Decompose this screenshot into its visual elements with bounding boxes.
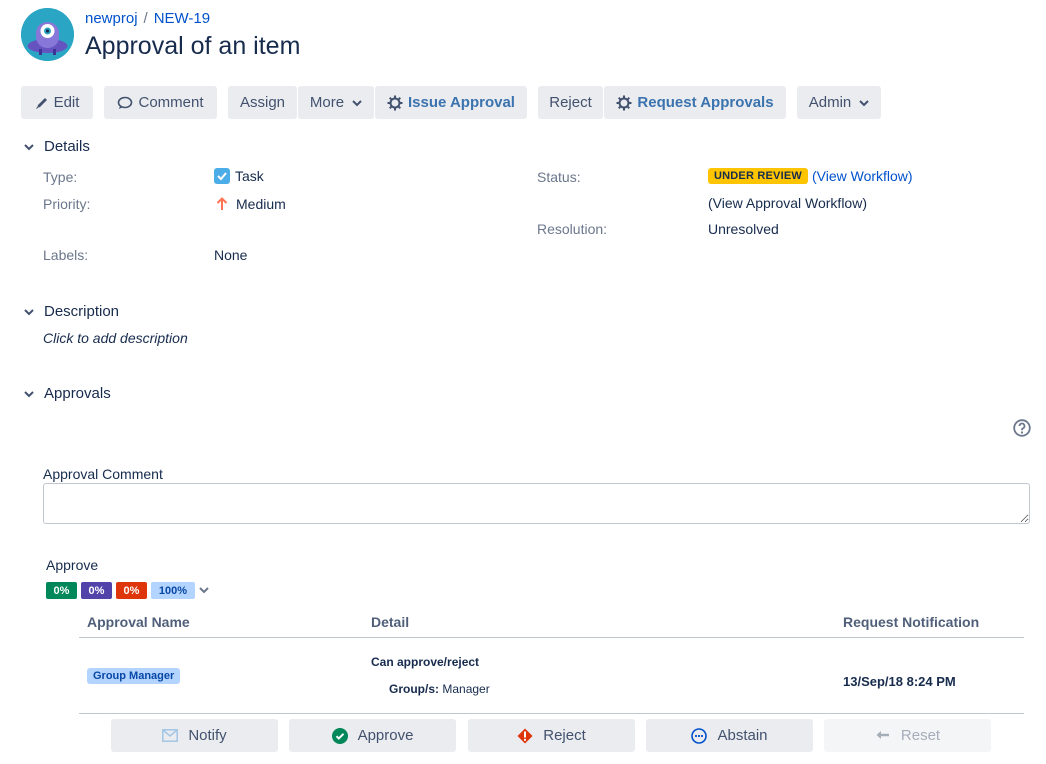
- breadcrumb: newproj / NEW-19: [85, 10, 210, 27]
- status-label: Status:: [537, 169, 581, 185]
- approval-comment-input[interactable]: [43, 483, 1030, 524]
- approvals-section-toggle[interactable]: Approvals: [22, 385, 111, 402]
- approve-button-label: Approve: [357, 727, 414, 744]
- resolution-label: Resolution:: [537, 221, 608, 237]
- breadcrumb-issue-link[interactable]: NEW-19: [154, 10, 210, 27]
- gear-icon: [387, 95, 403, 110]
- reject-button[interactable]: Reject: [468, 719, 635, 752]
- type-value-text: Task: [235, 168, 264, 184]
- abstained-percentage-badge: 0%: [81, 582, 112, 599]
- request-notification-date: 13/Sep/18 8:24 PM: [843, 674, 956, 689]
- priority-value: Medium: [216, 196, 286, 212]
- reset-button-label: Reset: [900, 727, 941, 744]
- request-approvals-label: Request Approvals: [637, 94, 774, 111]
- issue-approval-button[interactable]: Issue Approval: [375, 86, 527, 119]
- detail-groups-value: Manager: [442, 682, 490, 696]
- approved-percentage-badge: 0%: [46, 582, 77, 599]
- status-badge: UNDER REVIEW: [708, 168, 808, 184]
- admin-dropdown[interactable]: Admin: [797, 86, 881, 119]
- table-header-divider: [79, 637, 1024, 638]
- reject-toolbar-button[interactable]: Reject: [538, 86, 603, 119]
- page-title[interactable]: Approval of an item: [85, 32, 300, 61]
- view-approval-workflow-link[interactable]: (View Approval Workflow): [708, 195, 867, 211]
- description-section-toggle[interactable]: Description: [22, 303, 119, 320]
- priority-value-text: Medium: [236, 196, 286, 212]
- details-heading: Details: [44, 138, 90, 155]
- envelope-icon: [162, 729, 179, 742]
- more-dropdown[interactable]: More: [298, 86, 374, 119]
- breadcrumb-separator: /: [143, 10, 148, 27]
- col-header-request-notification: Request Notification: [843, 614, 980, 630]
- comment-icon: [118, 96, 133, 109]
- more-circle-icon: [691, 727, 708, 744]
- reject-toolbar-label: Reject: [549, 94, 592, 111]
- help-icon[interactable]: [1013, 419, 1031, 442]
- chevron-down-icon: [24, 143, 34, 150]
- expand-progress-toggle[interactable]: [198, 583, 210, 601]
- detail-title: Can approve/reject: [371, 655, 480, 669]
- chevron-down-icon: [199, 587, 209, 594]
- detail-groups: Group/s: Manager: [389, 682, 490, 696]
- question-circle-icon: [1013, 419, 1031, 437]
- detail-groups-label: Group/s:: [389, 682, 439, 696]
- notify-button-label: Notify: [188, 727, 227, 744]
- rejected-percentage-badge: 0%: [116, 582, 147, 599]
- chevron-down-icon: [24, 308, 34, 315]
- notify-button[interactable]: Notify: [111, 719, 278, 752]
- view-workflow-link[interactable]: (View Workflow): [812, 168, 913, 184]
- col-header-detail: Detail: [371, 614, 410, 630]
- chevron-down-icon: [24, 390, 34, 397]
- check-circle-icon: [331, 727, 348, 744]
- status-value: UNDER REVIEW (View Workflow): [708, 168, 913, 184]
- abstain-button[interactable]: Abstain: [646, 719, 813, 752]
- admin-dropdown-label: Admin: [808, 94, 852, 111]
- issue-approval-label: Issue Approval: [408, 94, 515, 111]
- description-heading: Description: [44, 303, 120, 320]
- abstain-button-label: Abstain: [717, 727, 768, 744]
- more-dropdown-label: More: [309, 94, 345, 111]
- reject-button-label: Reject: [543, 727, 586, 744]
- approvals-heading: Approvals: [44, 385, 111, 402]
- table-bottom-divider: [79, 713, 1024, 714]
- col-header-approval-name: Approval Name: [87, 614, 190, 630]
- gear-icon: [616, 95, 632, 110]
- pending-percentage-badge: 100%: [151, 582, 195, 599]
- arrow-up-priority-icon: [216, 197, 228, 210]
- approve-progress-label: Approve: [46, 557, 99, 573]
- chevron-down-icon: [352, 99, 362, 106]
- breadcrumb-project-link[interactable]: newproj: [85, 10, 138, 27]
- labels-label: Labels:: [43, 247, 89, 263]
- pencil-icon: [35, 97, 47, 109]
- assign-button-label: Assign: [239, 94, 286, 111]
- request-approvals-button[interactable]: Request Approvals: [604, 86, 786, 119]
- approval-comment-label: Approval Comment: [43, 466, 163, 482]
- approve-button[interactable]: Approve: [289, 719, 456, 752]
- task-checkbox-icon: [214, 168, 230, 184]
- edit-button-label: Edit: [53, 94, 80, 111]
- project-avatar[interactable]: [21, 8, 74, 61]
- approval-name-badge: Group Manager: [87, 668, 181, 684]
- reset-button[interactable]: Reset: [824, 719, 991, 752]
- details-section-toggle[interactable]: Details: [22, 138, 90, 155]
- comment-button-label: Comment: [138, 94, 204, 111]
- priority-label: Priority:: [43, 196, 91, 212]
- resolution-value: Unresolved: [708, 221, 779, 237]
- undo-arrow-icon: [876, 730, 889, 739]
- comment-button[interactable]: Comment: [104, 86, 217, 119]
- edit-button[interactable]: Edit: [21, 86, 93, 119]
- description-placeholder[interactable]: Click to add description: [43, 330, 188, 346]
- error-diamond-icon: [517, 728, 533, 743]
- labels-value: None: [214, 247, 248, 263]
- alien-avatar-icon: [21, 8, 74, 61]
- type-label: Type:: [43, 169, 78, 185]
- assign-button[interactable]: Assign: [228, 86, 297, 119]
- chevron-down-icon: [859, 99, 869, 106]
- type-value: Task: [214, 168, 264, 184]
